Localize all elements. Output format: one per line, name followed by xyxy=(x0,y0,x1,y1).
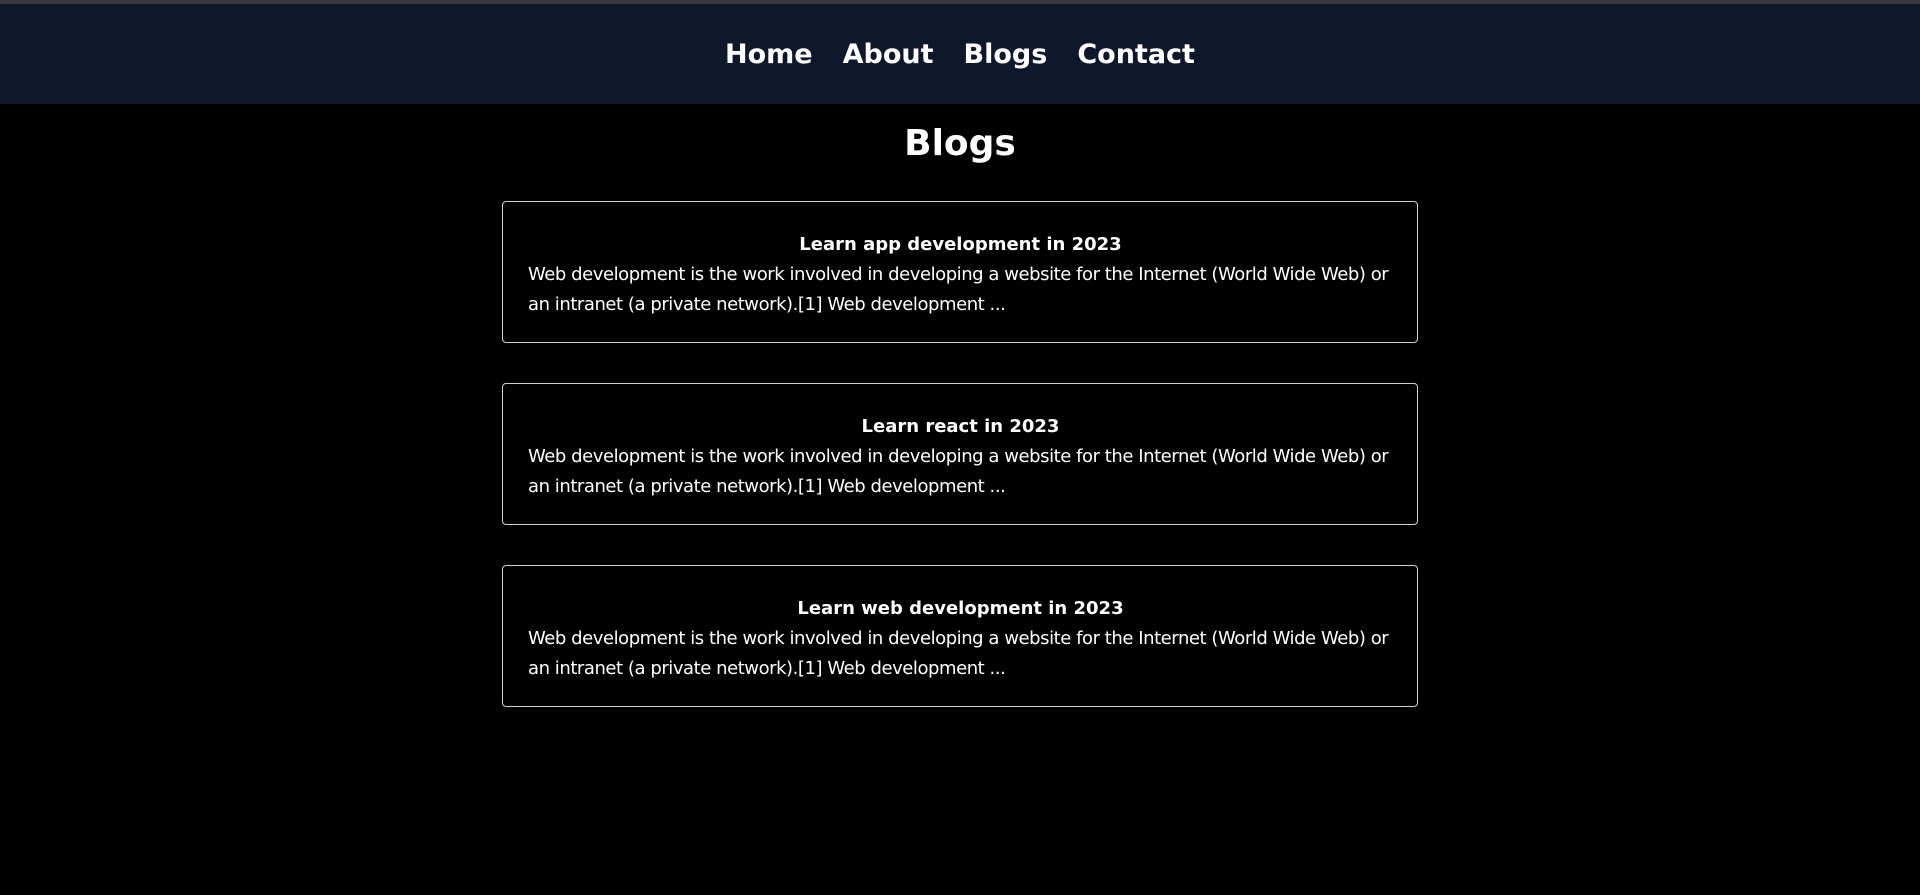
nav-link-home[interactable]: Home xyxy=(725,39,813,70)
nav-link-contact[interactable]: Contact xyxy=(1077,39,1195,70)
blog-card-excerpt: Web development is the work involved in … xyxy=(528,446,1389,498)
blog-card[interactable]: Learn app development in 2023 Web develo… xyxy=(502,201,1418,344)
nav-link-about[interactable]: About xyxy=(843,39,934,70)
nav-link-blogs[interactable]: Blogs xyxy=(964,39,1048,70)
blog-card-title: Learn app development in 2023 xyxy=(799,234,1122,256)
blog-list: Learn app development in 2023 Web develo… xyxy=(502,201,1418,708)
main-content: Blogs Learn app development in 2023 Web … xyxy=(0,122,1920,708)
blog-card-excerpt: Web development is the work involved in … xyxy=(528,264,1389,316)
navbar: Home About Blogs Contact xyxy=(0,4,1920,104)
blog-card[interactable]: Learn react in 2023 Web development is t… xyxy=(502,383,1418,526)
blog-card-excerpt: Web development is the work involved in … xyxy=(528,628,1389,680)
page-title: Blogs xyxy=(904,123,1016,164)
blog-card[interactable]: Learn web development in 2023 Web develo… xyxy=(502,565,1418,708)
blog-card-title: Learn react in 2023 xyxy=(861,416,1060,438)
blog-card-title: Learn web development in 2023 xyxy=(797,598,1124,620)
